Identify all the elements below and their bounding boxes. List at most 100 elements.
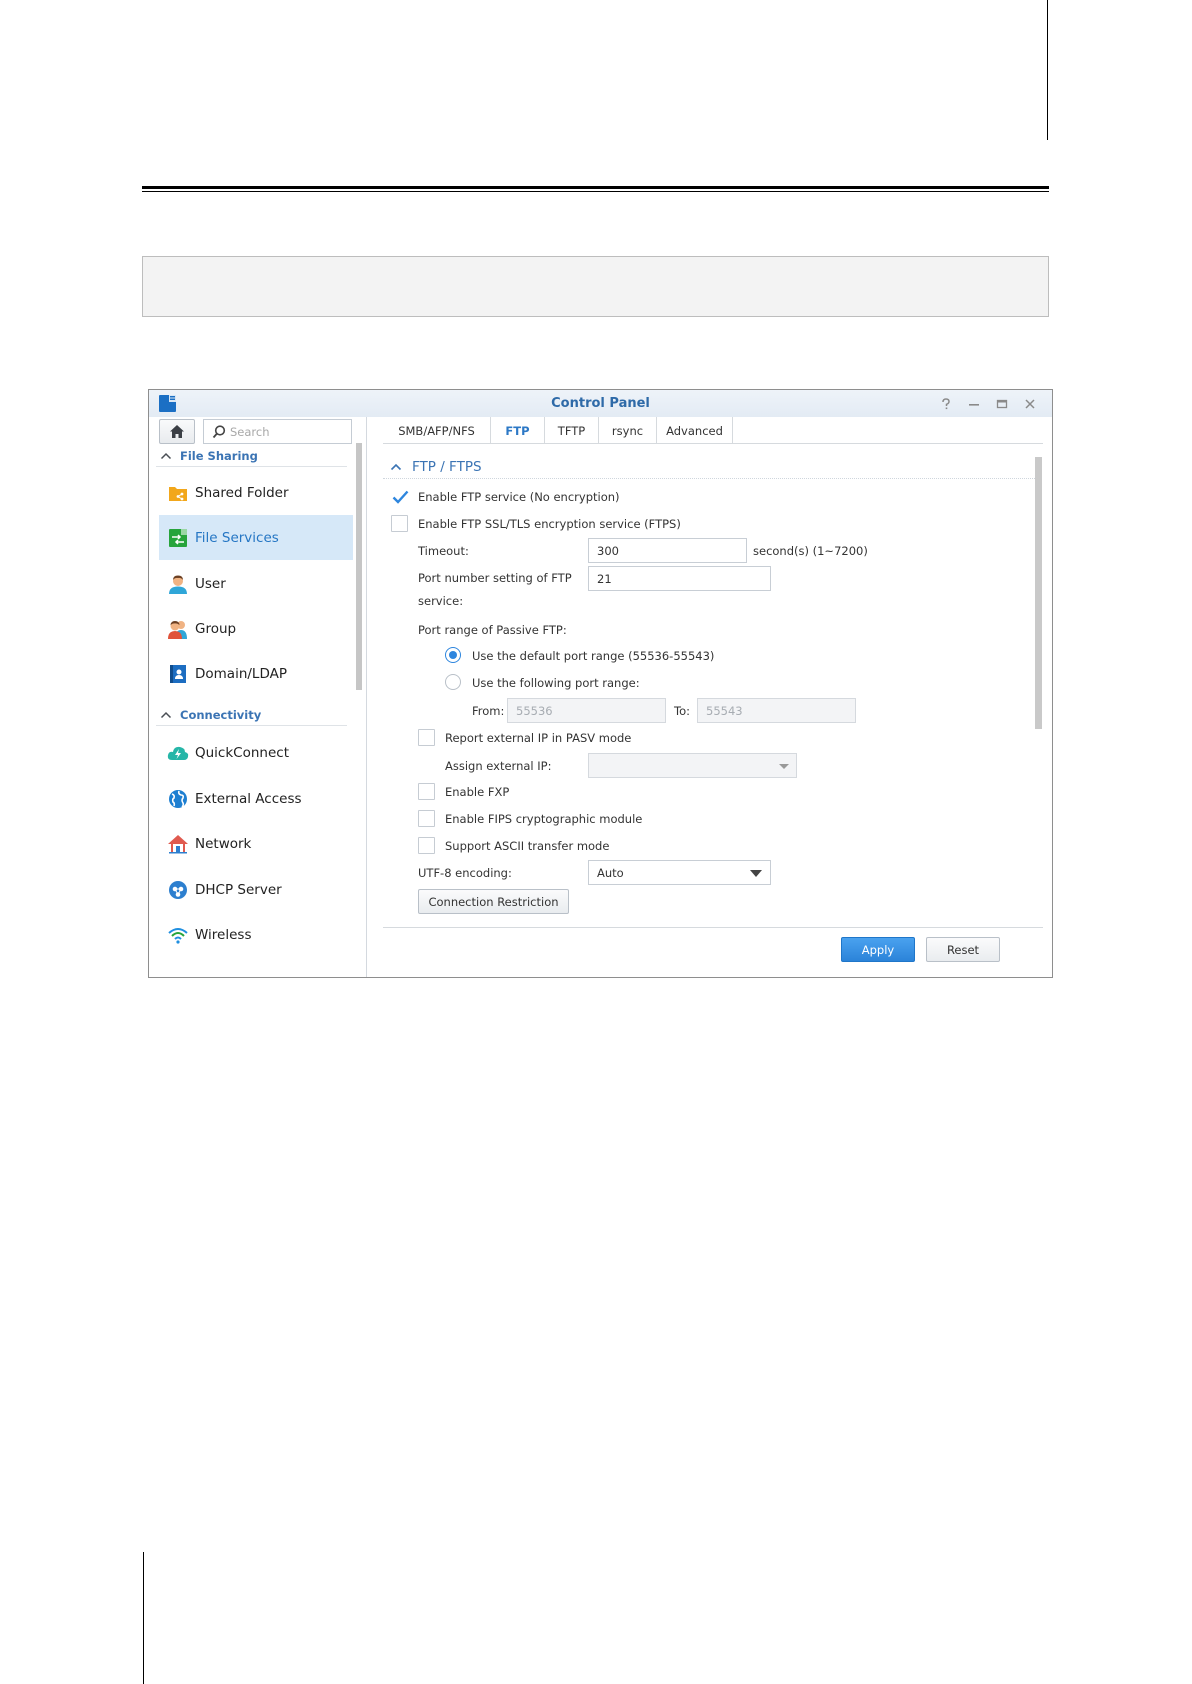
custom-range-label: Use the following port range:	[472, 676, 640, 690]
home-icon	[170, 425, 184, 438]
assign-ip-select[interactable]	[588, 753, 797, 778]
sidebar-item-label: Group	[195, 620, 237, 637]
from-label: From:	[472, 704, 505, 718]
quickconnect-icon	[167, 742, 189, 764]
section-connectivity[interactable]: Connectivity	[156, 704, 347, 726]
to-port-input[interactable]	[697, 698, 856, 723]
dhcp-server-icon	[167, 879, 189, 901]
assign-ip-label: Assign external IP:	[445, 759, 552, 773]
enable-ftps-checkbox[interactable]	[391, 515, 408, 532]
chevron-up-icon	[160, 452, 172, 459]
sidebar-item-quickconnect[interactable]: QuickConnect	[159, 730, 353, 775]
port-input[interactable]	[588, 566, 771, 591]
utf8-encoding-label: UTF-8 encoding:	[418, 866, 512, 880]
file-services-icon	[167, 527, 189, 549]
group-header-ftp-ftps[interactable]: FTP / FTPS	[383, 455, 1035, 479]
sidebar-item-label: Network	[195, 835, 252, 852]
tab-rsync[interactable]: rsync	[599, 417, 657, 444]
section-file-sharing[interactable]: File Sharing	[156, 445, 347, 467]
passive-range-label: Port range of Passive FTP:	[418, 623, 567, 637]
report-external-ip-checkbox[interactable]	[418, 729, 435, 746]
checkmark-icon	[392, 490, 409, 504]
tab-bar: SMB/AFP/NFS FTP TFTP rsync Advanced	[383, 417, 1043, 445]
sidebar-item-file-services[interactable]: File Services	[159, 515, 353, 560]
report-external-ip-label: Report external IP in PASV mode	[445, 731, 632, 745]
apply-button[interactable]: Apply	[841, 937, 915, 962]
sidebar-scrollbar[interactable]	[356, 443, 362, 690]
timeout-input[interactable]	[588, 538, 747, 563]
shared-folder-icon	[167, 482, 189, 504]
maximize-icon[interactable]	[992, 394, 1012, 413]
main-panel: SMB/AFP/NFS FTP TFTP rsync Advanced FTP …	[368, 417, 1052, 977]
chevron-up-icon	[390, 463, 402, 470]
search-box[interactable]	[203, 419, 352, 444]
search-input[interactable]	[230, 423, 348, 441]
section-label: File Sharing	[180, 448, 258, 463]
sidebar-item-user[interactable]: User	[159, 561, 353, 606]
section-label: Connectivity	[180, 707, 262, 722]
group-icon	[167, 618, 189, 640]
document-margin-line-top	[1047, 0, 1048, 140]
enable-ftp-checkbox[interactable]	[391, 488, 409, 505]
control-panel-window: Control Panel Search File Sharing Shared…	[148, 389, 1053, 978]
utf8-encoding-value: Auto	[597, 865, 624, 880]
sidebar-item-wireless[interactable]: Wireless	[159, 912, 353, 957]
sidebar-item-label: QuickConnect	[195, 744, 289, 761]
sidebar-item-domain-ldap[interactable]: Domain/LDAP	[159, 651, 353, 696]
sidebar-item-label: User	[195, 575, 226, 592]
enable-fxp-checkbox[interactable]	[418, 783, 435, 800]
tab-smb-afp-nfs[interactable]: SMB/AFP/NFS	[383, 417, 491, 444]
default-range-radio[interactable]	[445, 647, 461, 663]
ascii-mode-checkbox[interactable]	[418, 837, 435, 854]
sidebar-item-label: File Services	[195, 529, 279, 546]
external-access-icon	[167, 788, 189, 810]
user-icon	[167, 573, 189, 595]
network-icon	[167, 833, 189, 855]
enable-fips-checkbox[interactable]	[418, 810, 435, 827]
main-scrollbar[interactable]	[1035, 457, 1042, 729]
search-icon	[212, 425, 226, 439]
ascii-mode-label: Support ASCII transfer mode	[445, 839, 610, 853]
dropdown-arrow-icon	[779, 764, 789, 769]
reset-button[interactable]: Reset	[926, 937, 1000, 962]
tab-tftp[interactable]: TFTP	[545, 417, 599, 444]
close-icon[interactable]	[1020, 394, 1040, 413]
chevron-up-icon	[160, 711, 172, 718]
minimize-icon[interactable]	[964, 394, 984, 413]
enable-fips-label: Enable FIPS cryptographic module	[445, 812, 643, 826]
port-label-line2: service:	[418, 594, 464, 608]
port-label-line1: Port number setting of FTP	[418, 571, 572, 585]
sidebar-item-label: Shared Folder	[195, 484, 289, 501]
sidebar: File Sharing Shared Folder File Services…	[149, 417, 367, 977]
document-note-box	[142, 256, 1049, 317]
enable-ftps-label: Enable FTP SSL/TLS encryption service (F…	[418, 517, 681, 531]
sidebar-item-label: Domain/LDAP	[195, 665, 287, 682]
domain-ldap-icon	[167, 663, 189, 685]
title-bar[interactable]: Control Panel	[149, 390, 1052, 417]
from-port-input[interactable]	[507, 698, 666, 723]
ftp-settings-content: FTP / FTPS Enable FTP service (No encryp…	[383, 445, 1043, 917]
tab-advanced[interactable]: Advanced	[657, 417, 733, 444]
sidebar-item-shared-folder[interactable]: Shared Folder	[159, 470, 353, 515]
sidebar-item-label: External Access	[195, 790, 302, 807]
footer-divider	[383, 927, 1043, 928]
tab-ftp[interactable]: FTP	[491, 417, 545, 445]
enable-fxp-label: Enable FXP	[445, 785, 510, 799]
sidebar-item-external-access[interactable]: External Access	[159, 776, 353, 821]
to-label: To:	[674, 704, 690, 718]
window-title: Control Panel	[551, 396, 650, 411]
sidebar-item-label: Wireless	[195, 926, 252, 943]
question-icon[interactable]	[936, 394, 956, 413]
default-range-label: Use the default port range (55536-55543)	[472, 649, 715, 663]
home-button[interactable]	[159, 419, 195, 444]
sidebar-item-network[interactable]: Network	[159, 821, 353, 866]
timeout-label: Timeout:	[418, 544, 469, 558]
utf8-encoding-select[interactable]: Auto	[588, 860, 771, 885]
timeout-suffix: second(s) (1~7200)	[753, 544, 868, 558]
document-heading-rule	[142, 186, 1049, 192]
sidebar-item-group[interactable]: Group	[159, 606, 353, 651]
custom-range-radio[interactable]	[445, 674, 461, 690]
sidebar-item-dhcp-server[interactable]: DHCP Server	[159, 867, 353, 912]
wireless-icon	[167, 924, 189, 946]
connection-restriction-button[interactable]: Connection Restriction	[418, 889, 569, 914]
